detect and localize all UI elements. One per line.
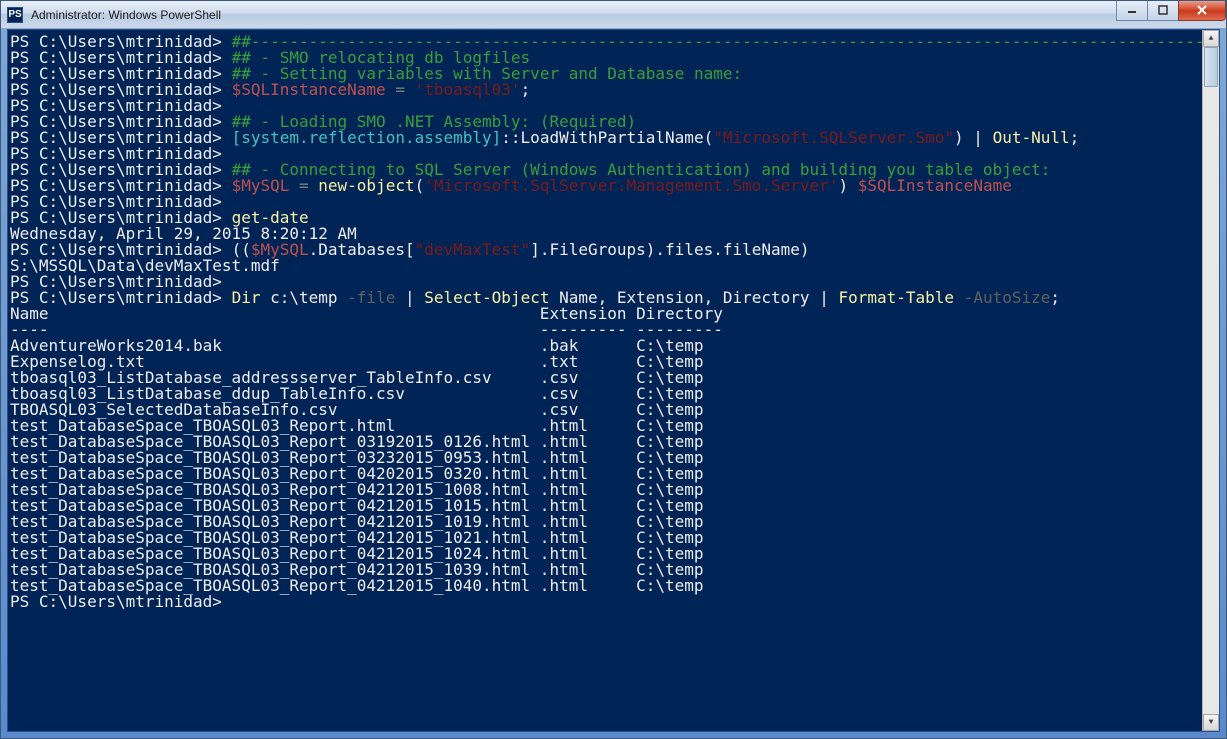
minimize-icon [1127, 5, 1137, 15]
vertical-scrollbar[interactable]: ▲ ▼ [1202, 30, 1219, 731]
window-controls [1117, 1, 1226, 21]
titlebar[interactable]: PS Administrator: Windows PowerShell [1, 1, 1226, 29]
scroll-down-button[interactable]: ▼ [1203, 714, 1219, 731]
close-icon [1196, 5, 1208, 15]
maximize-button[interactable] [1147, 1, 1179, 21]
scroll-track[interactable] [1203, 47, 1219, 714]
console-area: PS C:\Users\mtrinidad> ##---------------… [7, 29, 1220, 732]
close-button[interactable] [1178, 1, 1226, 21]
scroll-up-button[interactable]: ▲ [1203, 30, 1219, 47]
scroll-thumb[interactable] [1204, 47, 1218, 87]
console-output[interactable]: PS C:\Users\mtrinidad> ##---------------… [8, 30, 1202, 731]
minimize-button[interactable] [1116, 1, 1148, 21]
window-title: Administrator: Windows PowerShell [29, 8, 1117, 22]
maximize-icon [1158, 5, 1168, 15]
powershell-icon: PS [7, 7, 23, 23]
powershell-window: PS Administrator: Windows PowerShell PS … [0, 0, 1227, 739]
